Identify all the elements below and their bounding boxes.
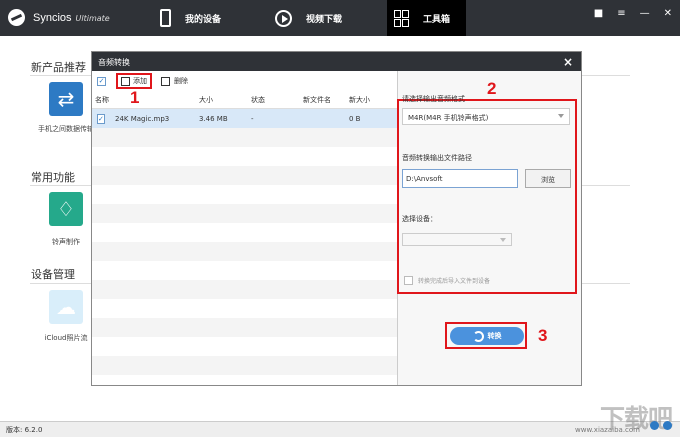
add-file-label: 添加: [133, 77, 147, 85]
output-path-label: 音频转换输出文件路径: [402, 154, 472, 162]
dialog-title: 音频转换: [92, 52, 581, 71]
bell-icon: ♢: [57, 197, 75, 221]
watermark-url: www.xiazaiba.com: [575, 426, 640, 434]
convert-button[interactable]: 转换: [450, 327, 524, 345]
empty-table-row: [92, 185, 397, 204]
section-title-device-management: 设备管理: [31, 268, 75, 281]
transfer-icon: ⇄: [57, 87, 75, 111]
empty-table-row: [92, 299, 397, 318]
close-icon[interactable]: ✕: [664, 8, 672, 19]
brand-name: Syncios: [33, 11, 72, 24]
empty-table-row: [92, 261, 397, 280]
minimize-icon[interactable]: —: [640, 8, 650, 19]
file-status: -: [251, 114, 254, 123]
brand-edition: Ultimate: [75, 14, 110, 23]
play-icon: [275, 9, 292, 27]
add-file-button[interactable]: 添加: [116, 73, 152, 89]
tab-my-devices[interactable]: 我的设备: [160, 0, 221, 36]
column-new-filename[interactable]: 新文件名: [300, 95, 346, 105]
menu-icon[interactable]: ≡: [617, 8, 625, 19]
output-format-value: M4R(M4R 手机铃声格式): [408, 114, 489, 122]
empty-table-row: [92, 356, 397, 375]
import-label: 转换完成后导入文件到设备: [418, 278, 491, 285]
social-icon[interactable]: [663, 421, 672, 430]
output-path-input[interactable]: D:\Anvsoft: [402, 169, 518, 188]
step-number-1: 1: [130, 88, 140, 107]
cloud-icon: ☁: [56, 295, 76, 319]
empty-table-row: [92, 280, 397, 299]
select-all-checkbox[interactable]: ✓: [97, 76, 106, 86]
social-icons: [650, 421, 672, 430]
audio-conversion-dialog: 音频转换 × ✓ 添加 删除 名称 大小 状态 新文件名 新大小 ✓ 24K M…: [92, 52, 581, 385]
convert-button-label: 转换: [487, 332, 502, 340]
icloud-tile[interactable]: ☁: [49, 290, 83, 324]
device-select[interactable]: [402, 233, 512, 246]
browse-button[interactable]: 浏览: [525, 169, 571, 188]
delete-file-label: 删除: [174, 77, 188, 85]
empty-table-row: [92, 318, 397, 337]
chevron-down-icon: [558, 114, 564, 118]
app-brand: Syncios Ultimate: [8, 9, 110, 26]
chevron-down-icon: [500, 238, 506, 242]
output-format-select[interactable]: M4R(M4R 手机铃声格式): [402, 108, 570, 125]
delete-file-button[interactable]: 删除: [161, 76, 188, 86]
step-number-2: 2: [487, 79, 497, 98]
row-checkbox[interactable]: ✓: [97, 113, 105, 124]
step-number-3: 3: [538, 326, 548, 345]
transfer-tile[interactable]: ⇄: [49, 82, 83, 116]
refresh-icon: [472, 330, 484, 342]
tab-toolbox[interactable]: 工具箱: [387, 0, 466, 36]
column-size[interactable]: 大小: [196, 95, 248, 105]
column-status[interactable]: 状态: [248, 95, 300, 105]
column-name[interactable]: 名称: [92, 95, 196, 105]
section-title-new-products: 新产品推荐: [31, 61, 86, 74]
table-row[interactable]: ✓ 24K Magic.mp3 3.46 MB - 0 B: [92, 109, 397, 128]
import-after-conversion-option[interactable]: 转换完成后导入文件到设备: [404, 276, 490, 285]
social-icon[interactable]: [650, 421, 659, 430]
empty-table-row: [92, 204, 397, 223]
new-file-size: 0 B: [349, 114, 361, 123]
empty-table-row: [92, 337, 397, 356]
ringtone-tile[interactable]: ♢: [49, 192, 83, 226]
top-navigation-bar: Syncios Ultimate 我的设备 视频下载 工具箱 ■ ≡ — ✕: [0, 0, 680, 36]
convert-highlight-box: 转换: [445, 322, 527, 349]
version-label: 版本: 6.2.0: [6, 426, 43, 434]
tab-video-download-label: 视频下载: [306, 14, 343, 25]
feedback-icon[interactable]: ■: [594, 8, 603, 19]
file-name: 24K Magic.mp3: [115, 114, 170, 123]
tab-my-devices-label: 我的设备: [185, 14, 222, 25]
output-format-label: 请选择输出音频格式: [402, 95, 465, 103]
add-file-icon: [121, 76, 130, 86]
import-checkbox[interactable]: [404, 276, 413, 285]
device-label: 选择设备：: [402, 215, 437, 223]
tab-video-download[interactable]: 视频下载: [275, 0, 342, 36]
empty-table-row: [92, 147, 397, 166]
toolbox-icon: [394, 9, 409, 27]
empty-table-row: [92, 223, 397, 242]
section-title-common: 常用功能: [31, 171, 75, 184]
syncios-logo: [8, 9, 25, 26]
settings-highlight-box: [397, 99, 577, 294]
empty-table-row: [92, 128, 397, 147]
trash-icon: [161, 76, 170, 86]
window-controls: ■ ≡ — ✕: [594, 8, 672, 19]
empty-table-row: [92, 166, 397, 185]
tab-toolbox-label: 工具箱: [423, 14, 451, 25]
file-size: 3.46 MB: [199, 114, 228, 123]
empty-table-row: [92, 242, 397, 261]
column-new-size[interactable]: 新大小: [346, 95, 397, 105]
phone-icon: [160, 9, 171, 27]
dialog-close-icon[interactable]: ×: [563, 55, 573, 69]
